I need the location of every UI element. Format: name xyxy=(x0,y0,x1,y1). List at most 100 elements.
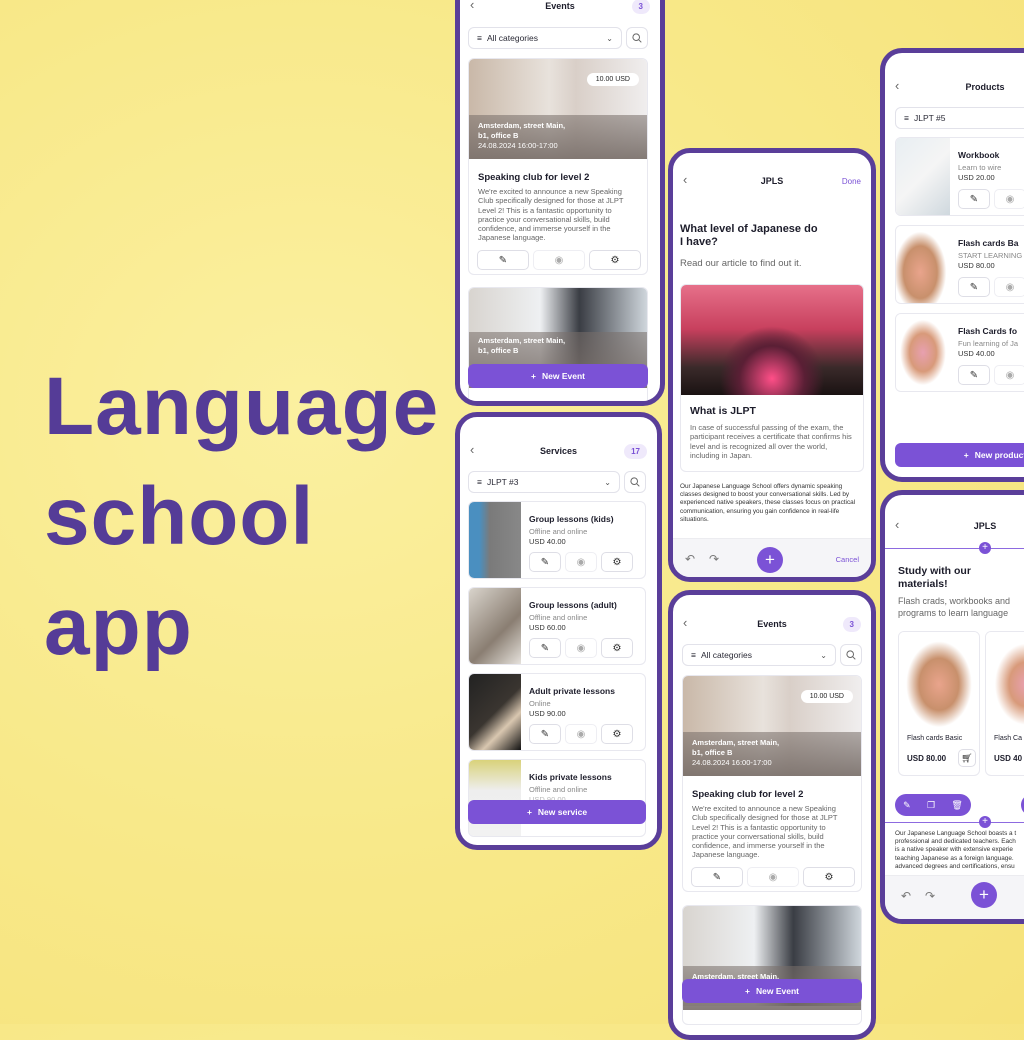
back-icon[interactable]: ‹ xyxy=(683,615,687,630)
article-phone: ‹ JPLS Done What level of Japanese do I … xyxy=(668,148,876,582)
edit-button[interactable]: ✎ xyxy=(529,724,561,744)
redo-icon[interactable]: ↷ xyxy=(709,552,719,566)
trash-icon[interactable]: 🗑︎ xyxy=(951,800,962,811)
settings-button[interactable]: ⚙ xyxy=(589,250,641,270)
edit-button[interactable]: ✎ xyxy=(958,277,990,297)
edit-button[interactable]: ✎ xyxy=(691,867,743,887)
view-button[interactable]: ◉ xyxy=(565,724,597,744)
event-card[interactable]: Amsterdam, street Main, b1, office B 24.08… xyxy=(468,58,648,275)
product-image xyxy=(896,138,950,215)
product-card[interactable]: Flash cards Basic USD 80.00 🛒︎ xyxy=(898,631,980,776)
product-name: Flash Ca xyxy=(994,735,1023,742)
header: ‹ Events 3 xyxy=(673,614,871,634)
settings-button[interactable]: ⚙ xyxy=(601,552,633,572)
header: ‹ JPLS xyxy=(885,516,1024,536)
cart-icon: 🛒︎ xyxy=(961,752,973,763)
search-button[interactable] xyxy=(840,644,862,666)
edit-button[interactable]: ✎ xyxy=(477,250,529,270)
event-address: Amsterdam, street Main, xyxy=(478,336,566,345)
page-title: Services xyxy=(539,446,578,456)
back-icon[interactable]: ‹ xyxy=(470,0,474,12)
event-card[interactable]: Amsterdam, street Main, xyxy=(682,905,862,1025)
back-icon[interactable]: ‹ xyxy=(895,78,899,93)
product-card[interactable]: Flash cards Ba START LEARNING USD 80.00 … xyxy=(895,225,1024,304)
back-icon[interactable]: ‹ xyxy=(683,172,687,187)
page-title: Events xyxy=(757,619,787,629)
service-name: Group lessons (adult) xyxy=(529,600,617,610)
undo-icon[interactable]: ↶ xyxy=(901,889,911,903)
view-button[interactable]: ◉ xyxy=(994,365,1024,385)
filter-icon: ≡ xyxy=(904,113,909,123)
article-card[interactable]: What is JLPT In case of successful passi… xyxy=(680,284,864,472)
view-button[interactable]: ◉ xyxy=(994,277,1024,297)
settings-button[interactable]: ⚙ xyxy=(803,867,855,887)
cart-button[interactable]: 🛒︎ xyxy=(958,749,976,767)
event-card[interactable]: Amsterdam, street Main, b1, office B xyxy=(468,287,648,401)
product-name: Flash Cards fo xyxy=(958,326,1018,336)
count-badge: 3 xyxy=(842,616,861,632)
copy-icon[interactable]: ❐ xyxy=(927,800,935,811)
chevron-down-icon: ⌄ xyxy=(604,477,611,487)
done-button[interactable]: Done xyxy=(842,177,861,186)
settings-button[interactable]: ⚙ xyxy=(601,638,633,658)
product-subtitle: Fun learning of Ja xyxy=(958,339,1019,348)
back-icon[interactable]: ‹ xyxy=(470,442,474,457)
new-service-button[interactable]: + New service xyxy=(468,800,646,824)
search-button[interactable] xyxy=(626,27,648,49)
edit-button[interactable]: ✎ xyxy=(958,189,990,209)
hero-line: app xyxy=(44,581,193,672)
back-icon[interactable]: ‹ xyxy=(895,517,899,532)
settings-button[interactable]: ⚙ xyxy=(601,724,633,744)
product-image xyxy=(899,632,979,727)
view-button[interactable]: ◉ xyxy=(747,867,799,887)
edit-button[interactable]: ✎ xyxy=(958,365,990,385)
edit-button[interactable]: ✎ xyxy=(529,638,561,658)
products-phone: ‹ Products ≡ JLPT #5 Workbook Learn to wi… xyxy=(880,48,1024,482)
event-image: Amsterdam, street Main, b1, office B 24.08… xyxy=(469,59,647,159)
service-card[interactable]: Group lessons (adult) Offline and online… xyxy=(468,587,646,665)
product-card[interactable]: Flash Cards fo Fun learning of Ja USD 40… xyxy=(895,313,1024,392)
service-mode: Offline and online xyxy=(529,527,588,536)
cancel-button[interactable]: Cancel xyxy=(836,555,859,564)
add-button[interactable]: + xyxy=(971,882,997,908)
add-section-icon[interactable]: + xyxy=(979,542,991,554)
service-image xyxy=(469,674,521,750)
product-card[interactable]: Flash Ca USD 40 xyxy=(985,631,1024,776)
price-badge: 10.00 USD xyxy=(800,690,853,703)
search-button[interactable] xyxy=(624,471,646,493)
product-card[interactable]: Workbook Learn to wire USD 20.00 ✎ ◉ xyxy=(895,137,1024,216)
edit-button[interactable]: ✎ xyxy=(529,552,561,572)
header: ‹ Services 17 xyxy=(460,441,657,461)
view-button[interactable]: ◉ xyxy=(565,552,597,572)
event-card[interactable]: Amsterdam, street Main, b1, office B 24.08… xyxy=(682,675,862,892)
count-badge: 3 xyxy=(631,0,650,14)
undo-icon[interactable]: ↶ xyxy=(685,552,695,566)
page-title: Products xyxy=(965,82,1005,92)
events-phone-2: ‹ Events 3 ≡ All categories ⌄ Amsterdam, s… xyxy=(668,590,876,1040)
select-value: JLPT #5 xyxy=(913,113,946,123)
service-card[interactable]: Adult private lessons Online USD 90.00 ✎… xyxy=(468,673,646,751)
product-image xyxy=(896,226,950,303)
new-event-button[interactable]: + New Event xyxy=(468,364,648,388)
new-product-button[interactable]: + New product xyxy=(895,443,1024,467)
category-select[interactable]: ≡ All categories ⌄ xyxy=(682,644,836,666)
plus-icon: + xyxy=(526,807,532,817)
category-select[interactable]: ≡ All categories ⌄ xyxy=(468,27,622,49)
add-button[interactable]: + xyxy=(757,547,783,573)
category-select[interactable]: ≡ JLPT #5 xyxy=(895,107,1024,129)
events-phone: ‹ Events 3 ≡ All categories ⌄ Amsterdam, s… xyxy=(455,0,665,406)
view-button[interactable]: ◉ xyxy=(565,638,597,658)
category-select[interactable]: ≡ JLPT #3 ⌄ xyxy=(468,471,620,493)
view-button[interactable]: ◉ xyxy=(994,189,1024,209)
view-button[interactable]: ◉ xyxy=(533,250,585,270)
add-section-icon[interactable]: + xyxy=(979,816,991,828)
new-event-button[interactable]: + New Event xyxy=(682,979,862,1003)
service-card[interactable]: Kids private lessons Offline and online … xyxy=(468,759,646,837)
pencil-icon: ✎ xyxy=(498,254,508,266)
header: ‹ Products xyxy=(885,77,1024,97)
bottom-toolbar: ↶ ↷ + Cancel xyxy=(673,538,871,577)
pencil-icon[interactable]: ✎ xyxy=(903,800,911,811)
redo-icon[interactable]: ↷ xyxy=(925,889,935,903)
service-card[interactable]: Group lessons (kids) Offline and online … xyxy=(468,501,646,579)
plus-icon: + xyxy=(979,885,989,904)
